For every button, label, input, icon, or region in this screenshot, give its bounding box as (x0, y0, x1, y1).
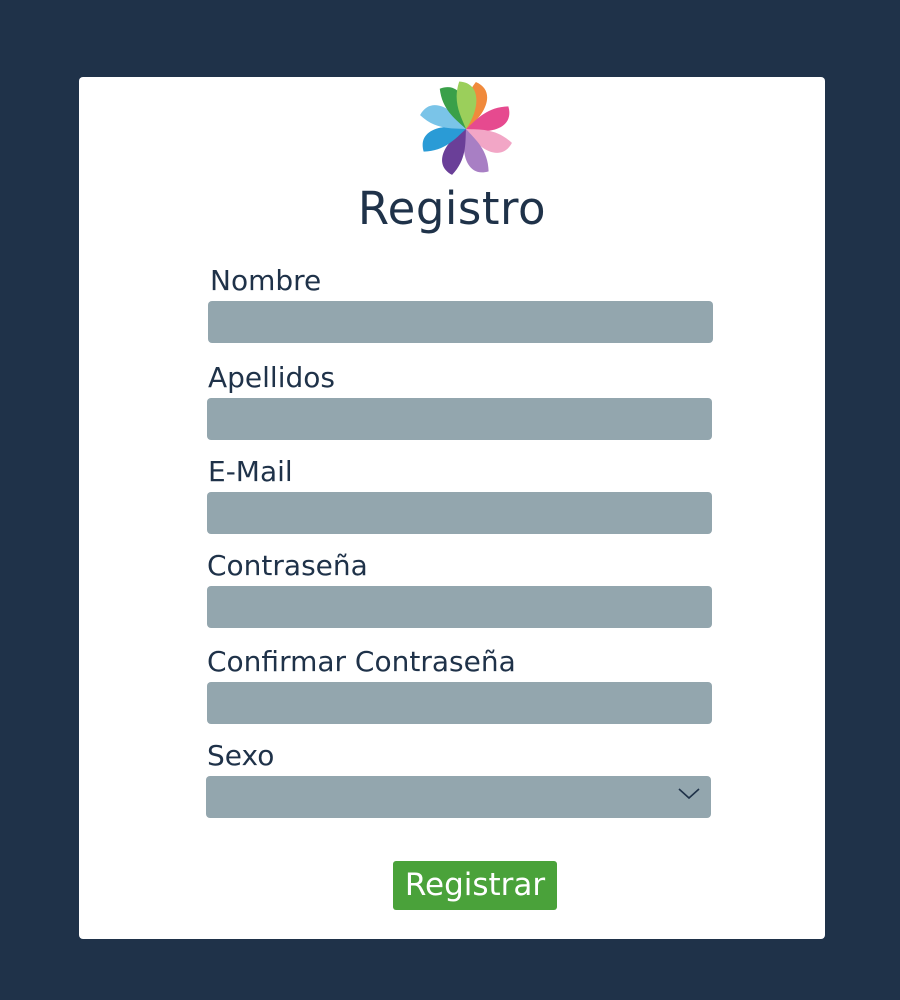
confirm-password-label: Confirmar Contraseña (207, 645, 516, 678)
nombre-label: Nombre (210, 264, 322, 297)
confirm-password-field[interactable] (207, 682, 712, 724)
register-button[interactable]: Registrar (393, 861, 557, 910)
apellidos-label: Apellidos (208, 361, 335, 394)
email-field[interactable] (207, 492, 712, 534)
email-label: E-Mail (208, 455, 293, 488)
password-field[interactable] (207, 586, 712, 628)
registration-card: Registro Nombre Apellidos E-Mail Contras… (79, 77, 825, 939)
sexo-label: Sexo (207, 739, 275, 772)
chevron-down-icon (678, 788, 700, 800)
sexo-select[interactable] (206, 776, 711, 818)
pinwheel-logo (420, 81, 512, 175)
password-label: Contraseña (207, 549, 368, 582)
nombre-field[interactable] (208, 301, 713, 343)
page-title: Registro (357, 182, 547, 235)
apellidos-field[interactable] (207, 398, 712, 440)
